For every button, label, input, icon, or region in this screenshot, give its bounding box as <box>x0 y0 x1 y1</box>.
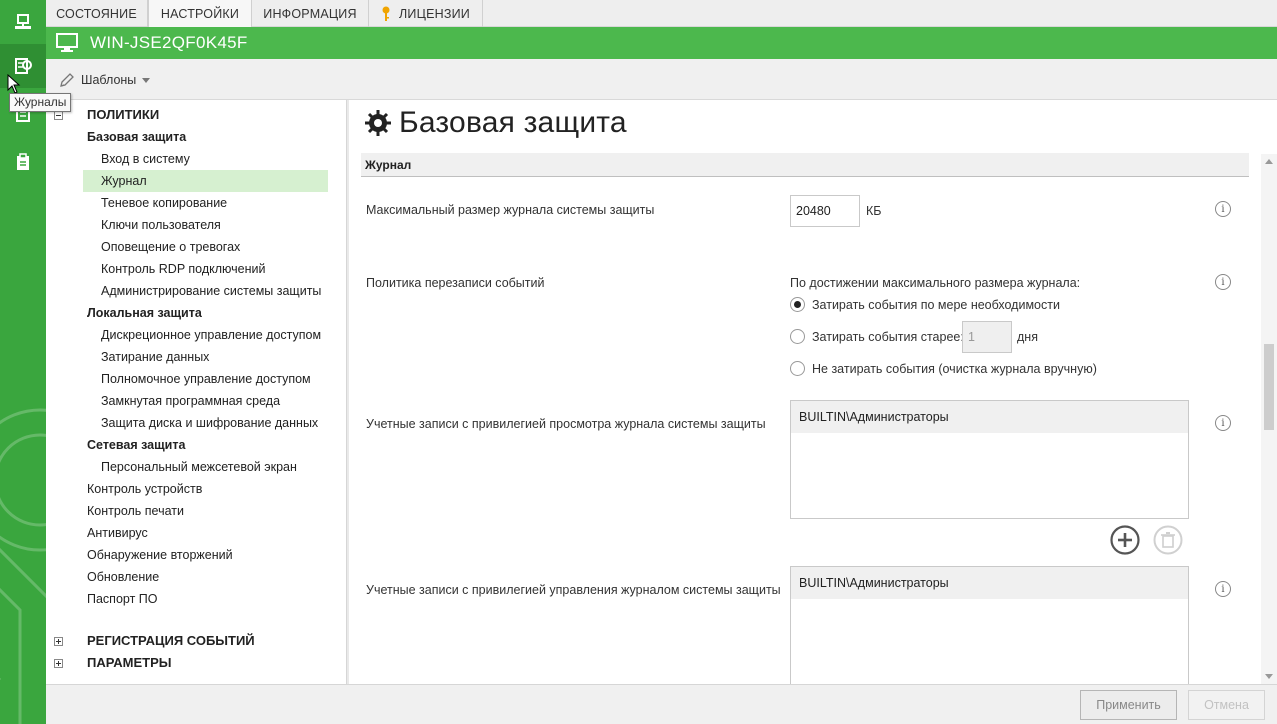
tree-policies[interactable]: ПОЛИТИКИ <box>87 104 159 126</box>
templates-dropdown[interactable]: Шаблоны <box>59 71 151 89</box>
tab-information[interactable]: ИНФОРМАЦИЯ <box>252 0 369 27</box>
journal-section-header: Журнал <box>361 153 1249 177</box>
chevron-down-icon <box>142 77 151 83</box>
overwrite-policy-label: Политика перезаписи событий <box>366 276 545 290</box>
tree-item-update[interactable]: Обновление <box>87 566 159 588</box>
footer-bar: Применить Отмена <box>46 684 1277 724</box>
tree-item-disk-encryption[interactable]: Защита диска и шифрование данных <box>101 412 318 434</box>
add-account-button[interactable] <box>1110 525 1140 555</box>
scroll-thumb[interactable] <box>1264 344 1274 430</box>
toolbar: Шаблоны <box>46 59 1277 100</box>
key-icon <box>381 6 391 22</box>
tree-local-protection[interactable]: Локальная защита <box>87 302 202 324</box>
section-title: Журнал <box>365 158 412 172</box>
list-item[interactable]: BUILTIN\Администраторы <box>791 567 1188 599</box>
tree-item-print-control[interactable]: Контроль печати <box>87 500 184 522</box>
tree-item-software-passport[interactable]: Паспорт ПО <box>87 588 158 610</box>
host-name: WIN-JSE2QF0K45F <box>90 33 248 52</box>
max-size-unit: КБ <box>866 204 882 218</box>
clipboard-icon <box>17 153 29 170</box>
max-size-label: Максимальный размер журнала системы защи… <box>366 203 655 217</box>
tab-licenses[interactable]: ЛИЦЕНЗИИ <box>369 0 483 27</box>
scroll-down-icon[interactable] <box>1265 674 1273 679</box>
tree-item-data-wipe[interactable]: Затирание данных <box>101 346 209 368</box>
monitor-network-icon <box>15 14 31 29</box>
tab-licenses-label: ЛИЦЕНЗИИ <box>399 6 470 21</box>
policies-collapse-toggle[interactable] <box>54 111 63 120</box>
manage-accounts-label: Учетные записи с привилегией управления … <box>366 583 781 597</box>
list-item[interactable]: BUILTIN\Администраторы <box>791 401 1188 433</box>
tree-item-mac[interactable]: Полномочное управление доступом <box>101 368 311 390</box>
manage-accounts-list[interactable]: BUILTIN\Администраторы <box>790 566 1189 684</box>
mouse-cursor-icon <box>7 74 21 94</box>
tab-settings-label: НАСТРОЙКИ <box>160 6 240 21</box>
tree-parameters[interactable]: ПАРАМЕТРЫ <box>87 652 172 674</box>
overwrite-caption: По достижении максимального размера журн… <box>790 276 1081 290</box>
tree-item-user-keys[interactable]: Ключи пользователя <box>101 214 221 236</box>
tree-item-alarm-notify[interactable]: Оповещение о тревогах <box>101 236 240 258</box>
view-accounts-info-icon[interactable]: i <box>1215 415 1231 431</box>
tree-item-antivirus[interactable]: Антивирус <box>87 522 148 544</box>
tooltip: Журналы <box>9 93 72 112</box>
tab-information-label: ИНФОРМАЦИЯ <box>263 6 357 21</box>
view-accounts-label: Учетные записи с привилегией просмотра ж… <box>366 417 766 431</box>
tree-item-journal[interactable]: Журнал <box>83 170 328 192</box>
templates-label: Шаблоны <box>81 73 137 87</box>
radio-no-overwrite[interactable] <box>790 361 805 376</box>
tree-item-device-control[interactable]: Контроль устройств <box>87 478 202 500</box>
tab-settings[interactable]: НАСТРОЙКИ <box>148 0 252 27</box>
days-unit: дня <box>1017 330 1038 344</box>
shield-settings-icon <box>365 110 391 136</box>
tree-base-protection[interactable]: Базовая защита <box>87 126 186 148</box>
parameters-expand-toggle[interactable] <box>54 659 63 668</box>
radio-overwrite-as-needed[interactable] <box>790 297 805 312</box>
manage-accounts-info-icon[interactable]: i <box>1215 581 1231 597</box>
tree-network-protection[interactable]: Сетевая защита <box>87 434 185 456</box>
tree-item-admin[interactable]: Администрирование системы защиты <box>101 280 321 302</box>
radio-overwrite-older[interactable] <box>790 329 805 344</box>
tree-item-rdp-control[interactable]: Контроль RDP подключений <box>101 258 265 280</box>
tree-item-closed-env[interactable]: Замкнутая программная среда <box>101 390 280 412</box>
vertical-scrollbar[interactable] <box>1261 154 1277 684</box>
host-header: WIN-JSE2QF0K45F <box>46 27 1277 59</box>
radio-overwrite-older-label: Затирать события старее: <box>812 330 964 344</box>
tree-item-shadow-copy[interactable]: Теневое копирование <box>101 192 227 214</box>
days-input[interactable]: 1 <box>962 321 1012 353</box>
tree-item-login[interactable]: Вход в систему <box>101 148 190 170</box>
tab-status[interactable]: СОСТОЯНИЕ <box>46 0 148 27</box>
max-size-info-icon[interactable]: i <box>1215 201 1231 217</box>
tree-item-intrusion-detection[interactable]: Обнаружение вторжений <box>87 544 233 566</box>
journal-icon <box>15 58 32 74</box>
tree-item-firewall[interactable]: Персональный межсетевой экран <box>101 456 297 478</box>
policy-tree: ПОЛИТИКИ Базовая защита Вход в систему Ж… <box>46 100 346 684</box>
delete-account-button[interactable] <box>1153 525 1183 555</box>
trash-icon <box>1153 525 1183 555</box>
radio-no-overwrite-label: Не затирать события (очистка журнала вру… <box>812 362 1097 376</box>
overwrite-info-icon[interactable]: i <box>1215 274 1231 290</box>
settings-panel: Базовая защита Журнал Максимальный разме… <box>349 100 1277 684</box>
tab-bar: СОСТОЯНИЕ НАСТРОЙКИ ИНФОРМАЦИЯ ЛИЦЕНЗИИ <box>46 0 1277 27</box>
rail-clipboard-button[interactable] <box>0 140 46 184</box>
scroll-up-icon[interactable] <box>1265 159 1273 164</box>
page-title: Базовая защита <box>399 106 627 139</box>
tree-event-registration[interactable]: РЕГИСТРАЦИЯ СОБЫТИЙ <box>87 630 255 652</box>
view-accounts-list[interactable]: BUILTIN\Администраторы <box>790 400 1189 519</box>
cancel-button[interactable]: Отмена <box>1188 690 1265 720</box>
event-registration-expand-toggle[interactable] <box>54 637 63 646</box>
tree-item-dac[interactable]: Дискреционное управление доступом <box>101 324 321 346</box>
tab-status-label: СОСТОЯНИЕ <box>56 6 137 21</box>
computer-icon <box>56 33 78 53</box>
page-header: Базовая защита <box>361 100 627 146</box>
apply-button[interactable]: Применить <box>1080 690 1177 720</box>
plus-circle-icon <box>1110 525 1140 555</box>
radio-overwrite-as-needed-label: Затирать события по мере необходимости <box>812 298 1060 312</box>
circuit-decoration-icon <box>0 408 46 724</box>
rail-dashboard-button[interactable] <box>0 0 46 44</box>
max-size-input[interactable]: 20480 <box>790 195 860 227</box>
pencil-icon <box>60 73 74 87</box>
